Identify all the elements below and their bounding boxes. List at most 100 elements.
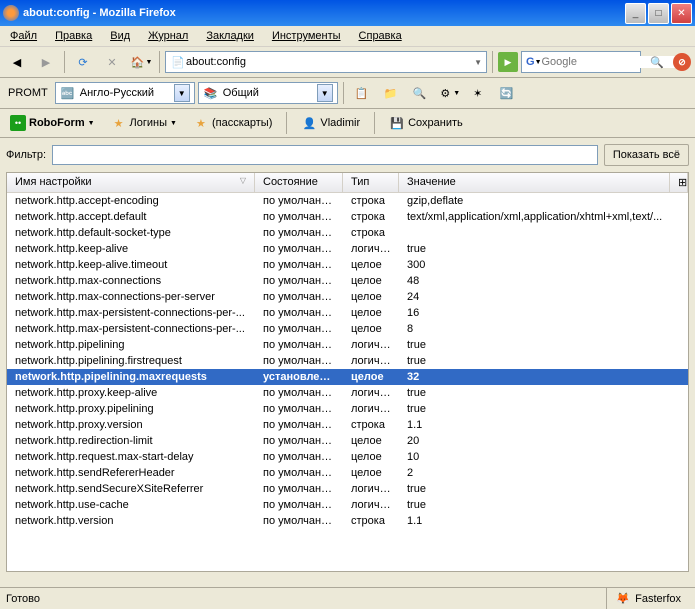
table-row[interactable]: network.http.max-connectionsпо умолчанию… xyxy=(7,273,688,289)
table-row[interactable]: network.http.proxy.pipeliningпо умолчани… xyxy=(7,401,688,417)
table-row[interactable]: network.http.request.max-start-delayпо у… xyxy=(7,449,688,465)
menu-item[interactable]: Вид xyxy=(106,28,134,44)
lang-dropdown[interactable]: 🔤 Англо-Русский ▼ xyxy=(55,82,195,104)
close-button[interactable]: ✕ xyxy=(671,3,692,24)
table-row[interactable]: network.http.pipeliningпо умолчаниюлогич… xyxy=(7,337,688,353)
star-icon: ★ xyxy=(111,115,127,131)
back-icon: ◀ xyxy=(9,54,25,70)
table-row[interactable]: network.http.use-cacheпо умолчаниюлогиче… xyxy=(7,497,688,513)
cell-type: целое xyxy=(343,290,399,304)
forward-icon: ▶ xyxy=(38,54,54,70)
table-row[interactable]: network.http.pipelining.maxrequestsустан… xyxy=(7,369,688,385)
col-status[interactable]: Состояние xyxy=(255,173,343,192)
table-row[interactable]: network.http.pipelining.firstrequestпо у… xyxy=(7,353,688,369)
show-all-button[interactable]: Показать всё xyxy=(604,144,689,166)
col-type[interactable]: Тип xyxy=(343,173,399,192)
folder-icon: 📁 xyxy=(383,85,399,101)
table-row[interactable]: network.http.versionпо умолчаниюстрока1.… xyxy=(7,513,688,529)
gear-icon: ⚙ xyxy=(437,85,453,101)
forward-button[interactable]: ▶ xyxy=(33,49,59,75)
col-value[interactable]: Значение xyxy=(399,173,670,192)
table-row[interactable]: network.http.default-socket-typeпо умолч… xyxy=(7,225,688,241)
minimize-button[interactable]: _ xyxy=(625,3,646,24)
table-row[interactable]: network.http.proxy.versionпо умолчаниюст… xyxy=(7,417,688,433)
cell-name: network.http.pipelining.firstrequest xyxy=(7,354,255,368)
cell-type: логиче... xyxy=(343,386,399,400)
col-name[interactable]: Имя настройки ▽ xyxy=(7,173,255,192)
url-input[interactable] xyxy=(186,56,474,68)
url-bar[interactable]: 📄 ▼ xyxy=(165,51,487,73)
table-row[interactable]: network.http.sendRefererHeaderпо умолчан… xyxy=(7,465,688,481)
cell-type: строка xyxy=(343,194,399,208)
cell-status: по умолчанию xyxy=(255,482,343,496)
table-row[interactable]: network.http.max-persistent-connections-… xyxy=(7,305,688,321)
tool-button-2[interactable]: 📁 xyxy=(378,80,404,106)
cell-status: по умолчанию xyxy=(255,498,343,512)
table-row[interactable]: network.http.keep-aliveпо умолчаниюлогич… xyxy=(7,241,688,257)
cell-value xyxy=(399,226,688,240)
cell-status: по умолчанию xyxy=(255,322,343,336)
chevron-down-icon[interactable]: ▼ xyxy=(174,84,190,102)
menu-item[interactable]: Правка xyxy=(51,28,96,44)
back-button[interactable]: ◀ xyxy=(4,49,30,75)
menu-item[interactable]: Журнал xyxy=(144,28,192,44)
menu-item[interactable]: Справка xyxy=(355,28,406,44)
filter-input[interactable] xyxy=(52,145,598,165)
cell-value: true xyxy=(399,482,688,496)
tool-button-3[interactable]: 🔍 xyxy=(407,80,433,106)
menu-item[interactable]: Инструменты xyxy=(268,28,345,44)
dropdown-arrow-icon[interactable]: ▼ xyxy=(474,58,482,67)
table-row[interactable]: network.http.redirection-limitпо умолчан… xyxy=(7,433,688,449)
chevron-down-icon[interactable]: ▼ xyxy=(317,84,333,102)
user-button[interactable]: 👤Vladimir xyxy=(297,113,364,133)
cell-value: 300 xyxy=(399,258,688,272)
table-row[interactable]: network.http.keep-alive.timeoutпо умолча… xyxy=(7,257,688,273)
go-button[interactable]: ▶ xyxy=(498,52,518,72)
table-row[interactable]: network.http.max-persistent-connections-… xyxy=(7,321,688,337)
cell-value: 2 xyxy=(399,466,688,480)
cell-name: network.http.pipelining xyxy=(7,338,255,352)
tool-button-4[interactable]: ⚙▼ xyxy=(436,80,462,106)
dict-dropdown[interactable]: 📚 Общий ▼ xyxy=(198,82,338,104)
cell-type: целое xyxy=(343,322,399,336)
table-row[interactable]: network.http.max-connections-per-serverп… xyxy=(7,289,688,305)
cell-type: строка xyxy=(343,226,399,240)
reload-button[interactable]: ⟳ xyxy=(70,49,96,75)
col-picker[interactable]: ⊞ xyxy=(670,173,688,192)
separator xyxy=(492,51,493,73)
passcards-button[interactable]: ★(пасскарты) xyxy=(189,113,276,133)
home-button[interactable]: 🏠▼ xyxy=(128,49,154,75)
save-button[interactable]: 💾Сохранить xyxy=(385,113,467,133)
nav-toolbar: ◀ ▶ ⟳ ✕ 🏠▼ 📄 ▼ ▶ G▼ 🔍 ⊘ xyxy=(0,47,695,78)
roboform-button[interactable]: ••RoboForm▼ xyxy=(6,113,99,133)
table-row[interactable]: network.http.accept-encodingпо умолчанию… xyxy=(7,193,688,209)
tool-button-1[interactable]: 📋 xyxy=(349,80,375,106)
cell-status: по умолчанию xyxy=(255,402,343,416)
separator xyxy=(64,51,65,73)
table-header: Имя настройки ▽ Состояние Тип Значение ⊞ xyxy=(7,173,688,193)
person-icon: 👤 xyxy=(301,115,317,131)
search-box[interactable]: G▼ xyxy=(521,51,641,73)
table-row[interactable]: network.http.accept.defaultпо умолчаниюс… xyxy=(7,209,688,225)
table-row[interactable]: network.http.proxy.keep-aliveпо умолчани… xyxy=(7,385,688,401)
tool-button-6[interactable]: 🔄 xyxy=(494,80,520,106)
cell-value: 8 xyxy=(399,322,688,336)
cell-status: по умолчанию xyxy=(255,466,343,480)
separator xyxy=(159,51,160,73)
table-row[interactable]: network.http.sendSecureXSiteReferrerпо у… xyxy=(7,481,688,497)
menu-item[interactable]: Файл xyxy=(6,28,41,44)
logins-button[interactable]: ★Логины▼ xyxy=(107,113,181,133)
cell-value: gzip,deflate xyxy=(399,194,688,208)
cell-type: целое xyxy=(343,274,399,288)
cell-status: по умолчанию xyxy=(255,242,343,256)
list-icon: 📋 xyxy=(354,85,370,101)
fasterfox-panel[interactable]: 🦊 Fasterfox xyxy=(606,588,689,609)
adblock-icon[interactable]: ⊘ xyxy=(673,53,691,71)
maximize-button[interactable]: □ xyxy=(648,3,669,24)
cell-type: целое xyxy=(343,370,399,384)
search-go-button[interactable]: 🔍 xyxy=(644,49,670,75)
menu-item[interactable]: Закладки xyxy=(202,28,258,44)
tool-button-5[interactable]: ✶ xyxy=(465,80,491,106)
stop-button[interactable]: ✕ xyxy=(99,49,125,75)
cell-type: логиче... xyxy=(343,402,399,416)
